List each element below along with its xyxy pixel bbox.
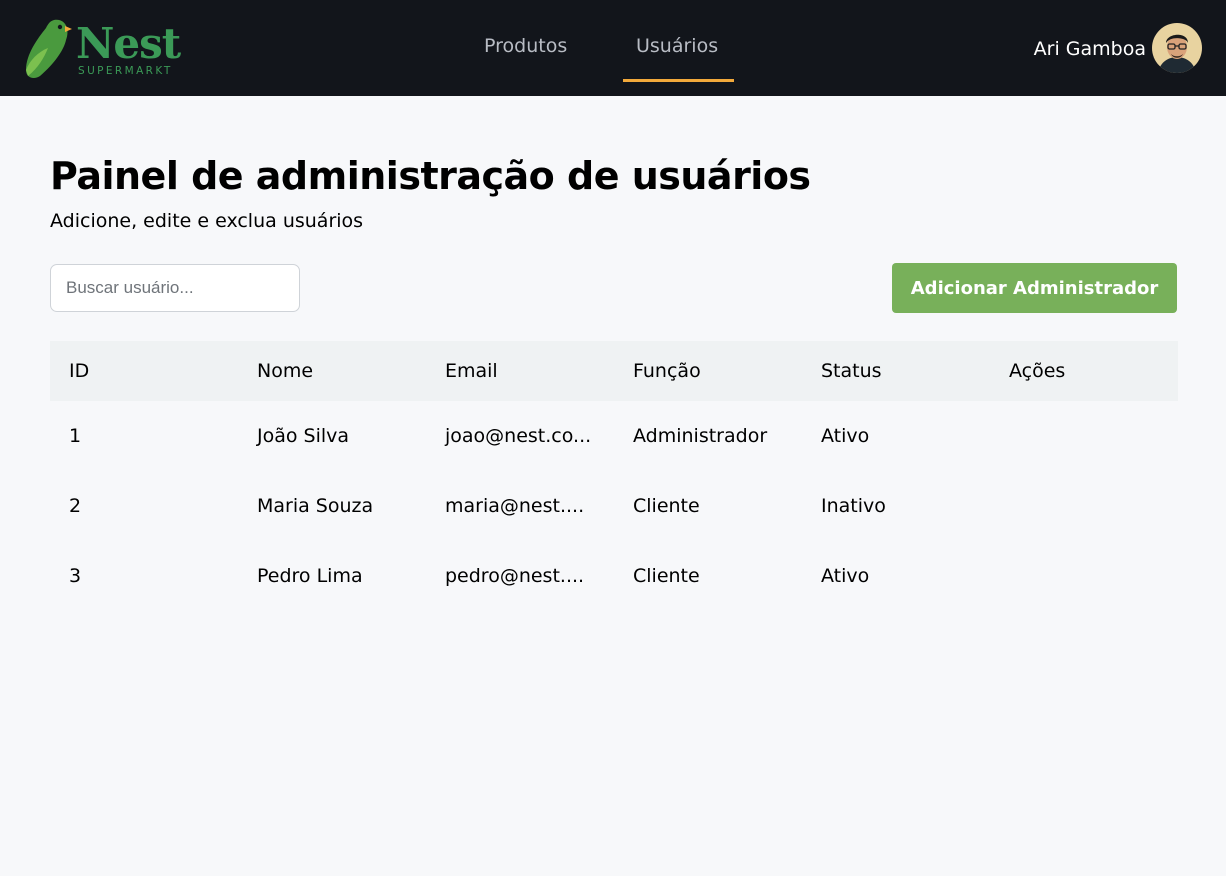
cell-status: Inativo [821, 495, 886, 517]
cell-role: Cliente [633, 565, 700, 587]
active-nav-indicator [623, 79, 734, 82]
cell-id: 3 [69, 565, 82, 587]
cell-name: João Silva [257, 425, 350, 447]
avatar[interactable] [1152, 23, 1202, 73]
cell-name: Pedro Lima [257, 565, 363, 587]
page-title: Painel de administração de usuários [50, 154, 811, 198]
cell-email: maria@nest.... [445, 495, 585, 517]
bird-logo-icon [26, 19, 72, 78]
cell-actions [990, 401, 1178, 471]
cell-email: joao@nest.co... [445, 425, 592, 447]
column-header-id: ID [50, 341, 238, 401]
users-table: ID Nome Email Função Status Ações 1 João… [50, 341, 1178, 611]
cell-role: Administrador [633, 425, 768, 447]
brand-logo[interactable]: Nest SUPERMARKT [24, 16, 184, 80]
cell-actions [990, 471, 1178, 541]
page-subtitle: Adicione, edite e exclua usuários [50, 210, 364, 232]
cell-status: Ativo [821, 565, 870, 587]
user-avatar-icon [1152, 23, 1202, 73]
search-input[interactable] [50, 264, 300, 312]
cell-role: Cliente [633, 495, 700, 517]
column-header-email: Email [426, 341, 614, 401]
cell-actions [990, 541, 1178, 611]
cell-id: 2 [69, 495, 82, 517]
cell-email: pedro@nest.... [445, 565, 585, 587]
brand-name: Nest [76, 19, 181, 68]
column-header-acoes: Ações [990, 341, 1178, 401]
table-header-row: ID Nome Email Função Status Ações [50, 341, 1178, 401]
table-row: 1 João Silva joao@nest.co... Administrad… [50, 401, 1178, 471]
add-admin-button[interactable]: Adicionar Administrador [892, 263, 1177, 313]
column-header-funcao: Função [614, 341, 802, 401]
column-header-status: Status [802, 341, 990, 401]
top-navbar: Nest SUPERMARKT Produtos Usuários Ari Ga… [0, 0, 1226, 96]
cell-status: Ativo [821, 425, 870, 447]
user-name[interactable]: Ari Gamboa [1034, 36, 1146, 62]
table-row: 2 Maria Souza maria@nest.... Cliente Ina… [50, 471, 1178, 541]
cell-id: 1 [69, 425, 82, 447]
cell-name: Maria Souza [257, 495, 374, 517]
brand-tagline: SUPERMARKT [78, 65, 173, 77]
table-row: 3 Pedro Lima pedro@nest.... Cliente Ativ… [50, 541, 1178, 611]
nav-link-produtos[interactable]: Produtos [484, 33, 567, 59]
nav-link-usuarios[interactable]: Usuários [636, 33, 718, 59]
column-header-nome: Nome [238, 341, 426, 401]
